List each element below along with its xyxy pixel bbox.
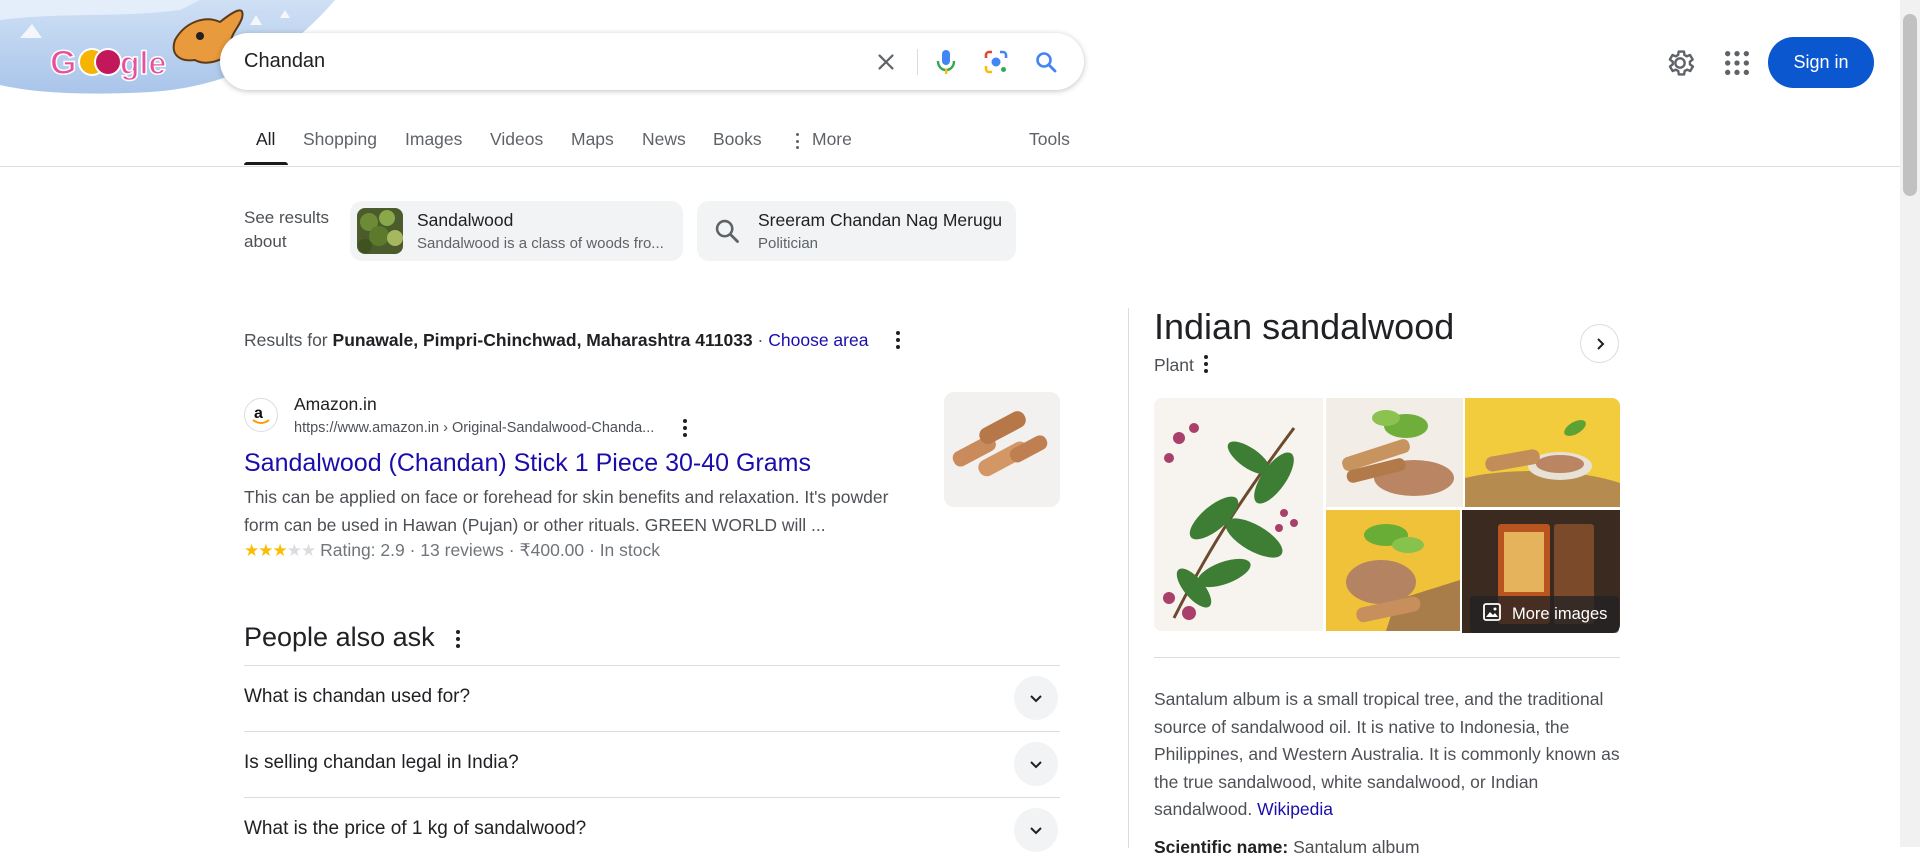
paa-question-text: What is the price of 1 kg of sandalwood? — [244, 818, 587, 839]
more-images-label: More images — [1512, 605, 1608, 623]
scientific-name-row: Scientific name: Santalum album — [1154, 837, 1420, 858]
svg-text:gle: gle — [120, 45, 166, 81]
knowledge-panel-options-kebab-icon[interactable] — [1196, 354, 1216, 374]
chevron-down-icon[interactable] — [1014, 676, 1058, 720]
tab-all[interactable]: All — [256, 129, 275, 150]
kp-image-botanical-illustration[interactable] — [1154, 398, 1323, 631]
more-tab-kebab-icon[interactable] — [791, 133, 803, 149]
chip-subtitle: Politician — [758, 235, 819, 252]
kp-image-sticks-powder[interactable] — [1326, 398, 1463, 507]
result-rating: ★★★★★ Rating: 2.9 · 13 reviews · ₹400.00… — [244, 540, 660, 561]
choose-area-link[interactable]: Choose area — [768, 330, 868, 350]
paa-options-kebab-icon[interactable] — [448, 629, 468, 649]
scrollbar-thumb[interactable] — [1903, 14, 1917, 196]
chip-title: Sandalwood — [417, 210, 514, 230]
tab-news[interactable]: News — [642, 129, 686, 150]
result-title-link[interactable]: Sandalwood (Chandan) Stick 1 Piece 30-40… — [244, 449, 811, 478]
results-for-prefix: Results for — [244, 330, 328, 350]
svg-text:a: a — [254, 405, 263, 422]
location-options-kebab-icon[interactable] — [888, 330, 908, 350]
description-text: Santalum album is a small tropical tree,… — [1154, 689, 1620, 819]
svg-text:G: G — [50, 44, 76, 82]
tab-maps[interactable]: Maps — [571, 129, 614, 150]
paa-question-2[interactable]: Is selling chandan legal in India? — [244, 731, 1060, 797]
kp-image-powder-leaf[interactable] — [1326, 510, 1460, 631]
knowledge-panel-subtitle: Plant — [1154, 355, 1194, 375]
rating-stars-icon: ★★★★★ — [244, 541, 316, 560]
paa-question-1[interactable]: What is chandan used for? — [244, 665, 1060, 731]
scientific-name-label: Scientific name: — [1154, 837, 1289, 857]
clear-search-icon[interactable] — [870, 46, 902, 78]
chevron-down-icon[interactable] — [1014, 742, 1058, 786]
chip-subtitle: Sandalwood is a class of woods fro... — [417, 235, 664, 252]
search-icon — [713, 217, 741, 250]
image-icon — [1482, 602, 1502, 627]
paa-question-text: What is chandan used for? — [244, 686, 471, 707]
knowledge-panel-description: Santalum album is a small tropical tree,… — [1154, 686, 1624, 824]
result-url[interactable]: https://www.amazon.in › Original-Sandalw… — [294, 420, 654, 436]
knowledge-panel-divider — [1128, 308, 1129, 848]
active-tab-indicator — [244, 162, 288, 165]
search-input[interactable]: Chandan — [244, 50, 325, 73]
tab-shopping[interactable]: Shopping — [303, 129, 377, 150]
settings-gear-icon[interactable] — [1664, 47, 1696, 79]
entity-chip-sreeram-chandan[interactable]: Sreeram Chandan Nag Merugu Politician — [697, 201, 1016, 261]
result-thumbnail[interactable] — [944, 392, 1060, 507]
result-snippet: This can be applied on face or forehead … — [244, 487, 889, 535]
separator: · — [757, 330, 764, 350]
paa-question-text: Is selling chandan legal in India? — [244, 752, 519, 773]
more-images-button[interactable]: More images — [1470, 596, 1619, 633]
search-icon[interactable] — [1030, 46, 1062, 78]
google-apps-grid-icon[interactable] — [1721, 47, 1753, 79]
tabs-divider — [0, 166, 1900, 167]
people-also-ask-heading: People also ask — [244, 622, 435, 652]
entity-chip-sandalwood[interactable]: Sandalwood Sandalwood is a class of wood… — [350, 201, 683, 261]
chevron-down-icon[interactable] — [1014, 808, 1058, 852]
sign-in-button[interactable]: Sign in — [1768, 37, 1874, 88]
amazon-favicon-icon: a — [244, 398, 278, 432]
wikipedia-link[interactable]: Wikipedia — [1257, 799, 1333, 819]
lens-search-icon[interactable] — [980, 46, 1012, 78]
tab-videos[interactable]: Videos — [490, 129, 543, 150]
sandalwood-thumbnail — [357, 208, 403, 254]
rating-details: Rating: 2.9 · 13 reviews · ₹400.00 · In … — [320, 540, 660, 560]
knowledge-panel-rule — [1154, 657, 1620, 658]
tab-more[interactable]: More — [812, 129, 852, 150]
tab-tools[interactable]: Tools — [1029, 129, 1070, 150]
paa-question-3[interactable]: What is the price of 1 kg of sandalwood? — [244, 797, 1060, 863]
knowledge-panel-title: Indian sandalwood — [1154, 306, 1455, 347]
voice-search-icon[interactable] — [930, 46, 962, 78]
tab-images[interactable]: Images — [405, 129, 462, 150]
chevron-right-icon[interactable] — [1580, 324, 1619, 363]
scientific-name-value: Santalum album — [1293, 837, 1420, 857]
results-for-location: Results for Punawale, Pimpri-Chinchwad, … — [244, 330, 868, 351]
search-box-divider — [917, 49, 918, 75]
tab-books[interactable]: Books — [713, 129, 762, 150]
kp-image-sandal-paste[interactable] — [1465, 398, 1620, 507]
see-results-about-label: See results about — [244, 208, 330, 251]
location-name: Punawale, Pimpri-Chinchwad, Maharashtra … — [332, 330, 753, 350]
chip-title: Sreeram Chandan Nag Merugu — [758, 210, 1003, 230]
search-box[interactable]: Chandan — [220, 33, 1084, 90]
result-site-name[interactable]: Amazon.in — [294, 394, 377, 415]
result-options-kebab-icon[interactable] — [675, 418, 695, 438]
